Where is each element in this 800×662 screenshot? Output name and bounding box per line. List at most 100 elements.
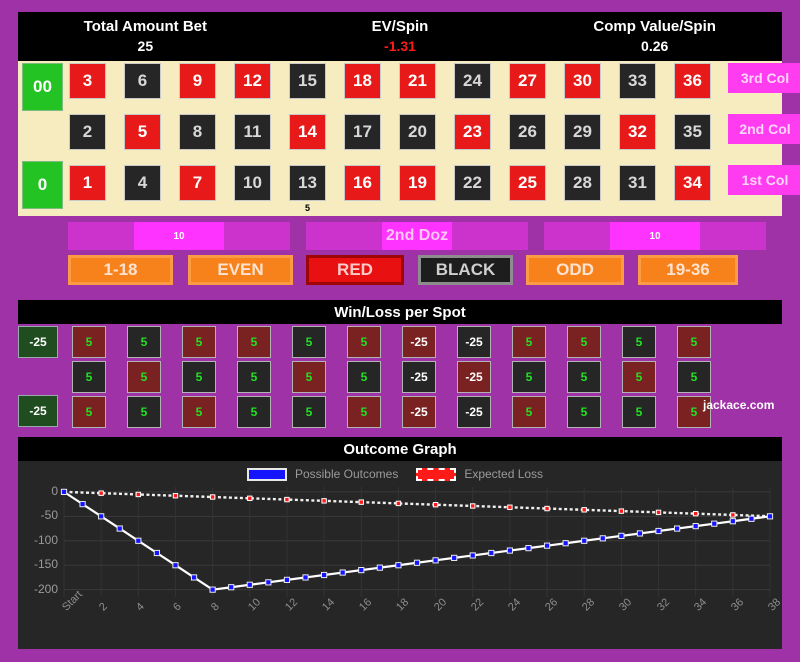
stat-value: 0.26 [641, 38, 669, 54]
winloss-cell: 5 [622, 396, 656, 428]
board-cell-5[interactable]: 5 [124, 114, 161, 150]
winloss-cell: 5 [237, 396, 271, 428]
number-grid[interactable]: 3 6 9 12 15 18 21 24 27 30 33 36 2 5 8 11 14 17 20 23 26 29 32… [68, 61, 728, 216]
outside-bet-black[interactable]: BLACK [418, 255, 513, 285]
board-cell-7[interactable]: 7 [179, 165, 216, 201]
board-cell-15[interactable]: 15 [289, 63, 326, 99]
board-cell-label: 8 [192, 122, 203, 141]
outside-bets-row[interactable]: 1-18 EVEN RED BLACK ODD 19-36 [18, 254, 782, 286]
board-cell-label: 33 [628, 71, 647, 90]
board-cell-label: 7 [192, 173, 203, 192]
board-cell-label: 34 [683, 173, 702, 192]
board-cell-label: 2 [82, 122, 93, 141]
winloss-cell: -25 [402, 326, 436, 358]
winloss-cell-value: -25 [465, 405, 483, 419]
board-cell-6[interactable]: 6 [124, 63, 161, 99]
board-cell-label: 14 [298, 122, 317, 141]
board-cell-9[interactable]: 9 [179, 63, 216, 99]
winloss-cell: 5 [347, 326, 381, 358]
winloss-cell-value: 5 [250, 335, 258, 349]
board-cell-11[interactable]: 11 [234, 114, 271, 150]
board-cell-28[interactable]: 28 [564, 165, 601, 201]
winloss-cell-value: 5 [580, 335, 588, 349]
board-cell-36[interactable]: 36 [674, 63, 711, 99]
board-cell-10[interactable]: 10 [234, 165, 271, 201]
board-cell-label: 25 [518, 173, 537, 192]
board-cell-1[interactable]: 1 [69, 165, 106, 201]
zero-column: 00 0 [18, 61, 63, 216]
stat-label: EV/Spin [371, 18, 429, 35]
roulette-analyzer-page: Total Amount Bet 25 EV/Spin -1.31 Comp V… [0, 0, 800, 662]
board-cell-label: 4 [137, 173, 148, 192]
y-tick-label: -50 [40, 508, 58, 523]
winloss-cell-value: 5 [580, 405, 588, 419]
dozen-bets-row[interactable]: 10 2nd Doz 10 [18, 222, 782, 250]
board-cell-19[interactable]: 19 [399, 165, 436, 201]
winloss-cell: 5 [127, 396, 161, 428]
outcome-graph-plot: Possible Outcomes Expected Loss 0 -50 -100… [18, 461, 782, 649]
board-cell-32[interactable]: 32 [619, 114, 656, 150]
board-cell-label: 11 [243, 122, 262, 141]
winloss-cell: 5 [292, 396, 326, 428]
board-cell-2[interactable]: 2 [69, 114, 106, 150]
winloss-cell-value: 5 [305, 335, 313, 349]
board-cell-18[interactable]: 18 [344, 63, 381, 99]
dozen-bet-3[interactable]: 10 [544, 222, 766, 250]
board-cell-8[interactable]: 8 [179, 114, 216, 150]
winloss-cell: 5 [622, 361, 656, 393]
board-cell-22[interactable]: 22 [454, 165, 491, 201]
board-cell-27[interactable]: 27 [509, 63, 546, 99]
board-cell-label: 35 [683, 122, 702, 141]
winloss-cell: 5 [72, 361, 106, 393]
dozen-bet-1[interactable]: 10 [68, 222, 290, 250]
winloss-cell-value: -25 [465, 335, 483, 349]
winloss-cell: 5 [512, 361, 546, 393]
board-cell-16[interactable]: 16 [344, 165, 381, 201]
winloss-cell: 5 [127, 326, 161, 358]
board-cell-26[interactable]: 26 [509, 114, 546, 150]
winloss-cell: 5 [567, 361, 601, 393]
board-cell-3[interactable]: 3 [69, 63, 106, 99]
board-cell-14[interactable]: 14 [289, 114, 326, 150]
outside-bet-1-18[interactable]: 1-18 [68, 255, 173, 285]
legend-label-possible-outcomes: Possible Outcomes [294, 467, 399, 481]
winloss-cell: 5 [182, 326, 216, 358]
board-cell-13[interactable]: 13 [289, 165, 326, 201]
outside-bet-19-36[interactable]: 19-36 [638, 255, 738, 285]
board-cell-17[interactable]: 17 [344, 114, 381, 150]
column-bets[interactable]: 3rd Col 2nd Col 1st Col [728, 61, 800, 216]
board-cell-21[interactable]: 21 [399, 63, 436, 99]
board-cell-33[interactable]: 33 [619, 63, 656, 99]
outside-bet-even[interactable]: EVEN [188, 255, 293, 285]
board-cell-24[interactable]: 24 [454, 63, 491, 99]
stats-bar: Total Amount Bet 25 EV/Spin -1.31 Comp V… [18, 12, 782, 61]
board-cell-29[interactable]: 29 [564, 114, 601, 150]
board-cell-30[interactable]: 30 [564, 63, 601, 99]
column-bet-1st[interactable]: 1st Col [728, 165, 800, 195]
winloss-cell: 5 [182, 396, 216, 428]
column-bet-2nd[interactable]: 2nd Col [728, 114, 800, 144]
board-cell-12[interactable]: 12 [234, 63, 271, 99]
board-cell-4[interactable]: 4 [124, 165, 161, 201]
winloss-cell: 5 [512, 396, 546, 428]
winloss-cell-value: 5 [690, 370, 698, 384]
board-cell-0[interactable]: 0 [22, 161, 63, 209]
column-bet-3rd[interactable]: 3rd Col [728, 63, 800, 93]
winloss-cell: 5 [127, 361, 161, 393]
roulette-board[interactable]: 00 0 3 6 9 12 15 18 21 24 27 30 33 36 2 5 8 11 14 17 20 23 2… [18, 61, 800, 216]
board-cell-31[interactable]: 31 [619, 165, 656, 201]
dozen-bet-2[interactable]: 2nd Doz [306, 222, 528, 250]
board-cell-23[interactable]: 23 [454, 114, 491, 150]
outside-bet-odd[interactable]: ODD [526, 255, 624, 285]
board-cell-00[interactable]: 00 [22, 63, 63, 111]
board-cell-25[interactable]: 25 [509, 165, 546, 201]
outside-bet-label: 1-18 [103, 260, 138, 279]
outside-bet-red[interactable]: RED [306, 255, 404, 285]
winloss-cell-value: 5 [195, 405, 203, 419]
outside-bet-label: BLACK [435, 260, 496, 279]
outside-bet-label: EVEN [217, 260, 264, 279]
board-cell-34[interactable]: 34 [674, 165, 711, 201]
y-tick-label: -150 [33, 557, 58, 572]
board-cell-35[interactable]: 35 [674, 114, 711, 150]
board-cell-20[interactable]: 20 [399, 114, 436, 150]
